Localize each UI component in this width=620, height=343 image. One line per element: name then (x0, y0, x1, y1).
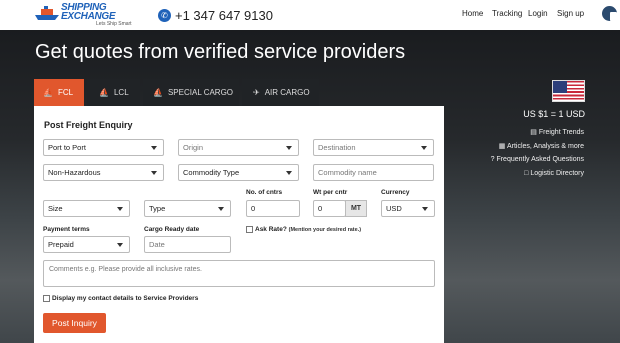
ask-rate-checkbox[interactable] (246, 226, 253, 233)
hazard-select[interactable]: Non-Hazardous (43, 164, 164, 181)
ship-icon: ⛵ (153, 88, 163, 97)
newspaper-icon: ▦ (498, 143, 506, 150)
ship-icon: ⛵ (43, 88, 53, 97)
ship-logo-icon (35, 6, 59, 20)
tab-label: LCL (113, 88, 129, 97)
cntrs-label: No. of cntrs (246, 189, 283, 196)
plane-icon: ✈ (253, 88, 260, 97)
tab-lcl[interactable]: ⛵ LCL (87, 79, 140, 106)
commodity-type-select[interactable]: Commodity Type (178, 164, 299, 181)
tab-label: FCL (57, 88, 74, 97)
form-title: Post Freight Enquiry (44, 120, 133, 130)
commodity-name-input[interactable]: Commodity name (313, 164, 434, 181)
tab-label: AIR CARGO (264, 88, 310, 97)
link-faq[interactable]: ? Frequently Asked Questions (491, 156, 584, 163)
nav-tracking[interactable]: Tracking (492, 9, 522, 18)
wt-unit: MT (345, 200, 367, 217)
tab-special-cargo[interactable]: ⛵ SPECIAL CARGO (143, 79, 239, 106)
ask-rate-note: (Mention your desired rate.) (288, 227, 362, 233)
wt-input[interactable]: 0 (313, 200, 346, 217)
question-icon: ? (490, 156, 495, 163)
tab-air-cargo[interactable]: ✈ AIR CARGO (242, 79, 319, 106)
route-type-select[interactable]: Port to Port (43, 139, 164, 156)
phone-contact[interactable]: ✆ +1 347 647 9130 (158, 6, 273, 24)
comments-textarea[interactable]: Comments e.g. Please provide all inclusi… (43, 260, 435, 287)
payment-label: Payment terms (43, 226, 90, 233)
wt-label: Wt per cntr (313, 189, 348, 196)
size-select[interactable]: Size (43, 200, 130, 217)
destination-select[interactable]: Destination (313, 139, 434, 156)
ready-date-label: Cargo Ready date (144, 226, 200, 233)
logo[interactable]: SHIPPING EXCHANGE Lets Ship Smart (34, 2, 134, 28)
top-bar: SHIPPING EXCHANGE Lets Ship Smart ✆ +1 3… (0, 0, 620, 30)
exchange-rate: US $1 = 1 USD (523, 109, 585, 119)
link-logistic-directory[interactable]: □ Logistic Directory (524, 170, 584, 177)
currency-label: Currency (381, 189, 410, 196)
freight-enquiry-form: Post Freight Enquiry Port to Port Origin… (34, 106, 444, 343)
type-select[interactable]: Type (144, 200, 231, 217)
ask-rate-label: Ask Rate? (Mention your desired rate.) (255, 226, 362, 233)
currency-select[interactable]: USD (381, 200, 435, 217)
phone-number: +1 347 647 9130 (175, 7, 273, 23)
display-contact-checkbox[interactable] (43, 295, 50, 302)
link-articles[interactable]: ▦ Articles, Analysis & more (499, 142, 584, 150)
display-contact-label: Display my contact details to Service Pr… (52, 295, 199, 302)
post-inquiry-button[interactable]: Post Inquiry (43, 313, 106, 333)
tab-fcl[interactable]: ⛵ FCL (34, 79, 84, 106)
payment-select[interactable]: Prepaid (43, 236, 130, 253)
nav-login[interactable]: Login (528, 9, 548, 18)
ready-date-input[interactable]: Date (144, 236, 231, 253)
chart-icon: ▤ (530, 129, 537, 136)
cntrs-input[interactable]: 0 (246, 200, 300, 217)
link-freight-trends[interactable]: ▤ Freight Trends (530, 128, 584, 136)
origin-select[interactable]: Origin (178, 139, 299, 156)
logo-tagline: Lets Ship Smart (96, 21, 132, 27)
nav-signup[interactable]: Sign up (557, 9, 584, 18)
us-flag-icon[interactable] (552, 80, 585, 102)
ship-icon: ⛵ (99, 88, 109, 97)
user-icon[interactable] (602, 6, 617, 21)
folder-icon: □ (524, 170, 529, 177)
page-title: Get quotes from verified service provide… (35, 41, 406, 63)
nav-home[interactable]: Home (462, 9, 483, 18)
phone-icon: ✆ (158, 8, 171, 22)
tab-label: SPECIAL CARGO (167, 88, 234, 97)
